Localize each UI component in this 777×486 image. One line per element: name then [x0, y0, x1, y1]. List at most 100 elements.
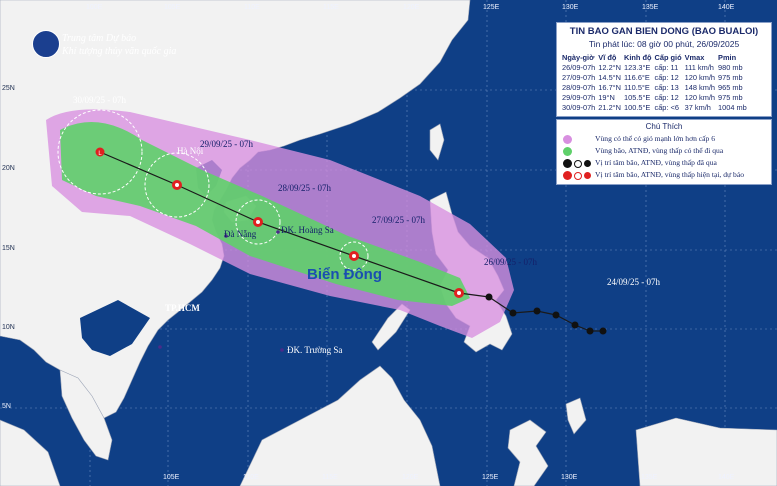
legend-text: Vùng bão, ATNĐ, vùng thấp có thể đi qua — [595, 146, 724, 155]
table-row: 26/09-07h 12.2°N 123.3°E cấp: 11 111 km/… — [562, 63, 750, 73]
past-storm-icon — [509, 309, 517, 317]
lon-label: 100E — [86, 4, 103, 11]
lon-label: 105E — [164, 4, 181, 11]
track-label: 26/09/25 - 07h — [484, 257, 537, 267]
table-cell: cấp: 12 — [654, 93, 679, 102]
col-header: Vĩ độ — [598, 53, 617, 62]
table-cell: cấp: 12 — [654, 73, 679, 82]
lat-label: 5N — [2, 403, 11, 410]
table-cell: 965 mb — [718, 83, 743, 92]
table-cell: 28/09-07h — [562, 83, 596, 92]
lon-label: 135E — [641, 474, 658, 481]
table-cell: 16.7°N — [598, 83, 621, 92]
track-label: 24/09/25 - 07h — [607, 277, 660, 287]
current-depression-icon — [573, 171, 582, 180]
table-cell: 120 km/h — [684, 73, 716, 82]
past-storm-icon — [563, 159, 572, 169]
lon-label: 120E — [402, 474, 419, 481]
place-danang: Đà Nẵng — [224, 229, 257, 239]
past-storm-icon — [571, 321, 579, 329]
legend-item: Vùng bão, ATNĐ, vùng thấp có thể đi qua — [563, 146, 723, 157]
legend-text: Vị trí tâm bão, ATNĐ, vùng thấp đã qua — [595, 158, 717, 167]
forecast-storm-icon — [253, 217, 263, 227]
forecast-map: L Trung tâm Dự báo Khí tượng thủy văn qu… — [0, 0, 777, 486]
table-cell: 14.5°N — [598, 73, 621, 82]
table-cell: 19°N — [598, 93, 615, 102]
lat-label: 15N — [2, 245, 15, 252]
lon-label: 110E — [243, 474, 259, 481]
lat-label: 25N — [2, 85, 15, 92]
table-cell: 120 km/h — [684, 93, 716, 102]
lon-label: 130E — [561, 474, 578, 481]
lat-label: 10N — [2, 324, 15, 331]
sea-name: Biển Đông — [307, 266, 382, 283]
current-storm-icon — [563, 171, 572, 181]
place-hcm: TP.HCM — [165, 303, 200, 313]
table-cell: 110.5°E — [623, 83, 650, 92]
agency-logo — [32, 30, 60, 58]
table-cell: 12.2°N — [598, 63, 621, 72]
agency-name-line2: Khí tượng thủy văn quốc gia — [62, 46, 177, 57]
lon-label: 120E — [403, 4, 420, 11]
past-depression-icon — [573, 159, 582, 168]
lon-label: 115E — [323, 4, 339, 11]
track-label: 28/09/25 - 07h — [278, 183, 331, 193]
table-cell: 123.3°E — [623, 63, 651, 72]
table-cell: 27/09-07h — [562, 73, 596, 82]
table-cell: 21.2°N — [598, 103, 621, 112]
agency-name-line1: Trung tâm Dự báo — [62, 33, 137, 44]
track-label: 30/09/25 - 07h — [73, 95, 126, 105]
table-cell: cấp: <6 — [654, 103, 679, 112]
track-label: 29/09/25 - 07h — [200, 139, 253, 149]
table-cell: 111 km/h — [684, 63, 714, 72]
past-storm-icon — [586, 327, 594, 335]
table-cell: 975 mb — [718, 73, 743, 82]
table-cell: 29/09-07h — [562, 93, 596, 102]
lon-label: 125E — [483, 4, 500, 11]
table-cell: 1004 mb — [718, 103, 747, 112]
table-header: Ngày-giờ Vĩ độ Kinh độ Cấp gió Vmax Pmin — [562, 53, 750, 63]
past-storm-icon — [485, 293, 493, 301]
table-cell: 975 mb — [718, 93, 743, 102]
lat-label: 20N — [2, 165, 15, 172]
legend-item: Vị trí tâm bão, ATNĐ, vùng thấp đã qua — [563, 158, 717, 169]
legend-item: Vùng có thể có gió mạnh lớn hơn cấp 6 — [563, 134, 715, 145]
legend-title: Chú Thích — [645, 122, 683, 131]
col-header: Cấp gió — [654, 53, 682, 62]
hoangsa-marker — [276, 230, 280, 234]
forecast-storm-icon — [349, 251, 359, 261]
legend-text: Vùng có thể có gió mạnh lớn hơn cấp 6 — [595, 134, 716, 143]
current-low-icon — [583, 172, 591, 180]
legend-text: Vị trí tâm bão, ATNĐ, vùng thấp hiện tại… — [595, 170, 745, 179]
table-cell: 100.5°E — [623, 103, 651, 112]
table-cell: cấp: 11 — [654, 63, 679, 72]
warn-zone-swatch-icon — [563, 135, 572, 145]
table-row: 27/09-07h 14.5°N 116.6°E cấp: 12 120 km/… — [562, 73, 750, 83]
past-storm-icon — [599, 327, 607, 335]
table-cell: 37 km/h — [684, 103, 711, 112]
lon-label: 105E — [163, 474, 180, 481]
lon-label: 110E — [244, 4, 260, 11]
storm-zone-swatch-icon — [563, 147, 572, 157]
truongsa-marker — [280, 348, 284, 352]
lon-label: 130E — [562, 4, 579, 11]
hcm-marker — [158, 345, 162, 349]
bulletin-title: TIN BAO GAN BIEN DONG (BAO BUALOI) — [569, 26, 759, 37]
table-row: 30/09-07h 21.2°N 100.5°E cấp: <6 37 km/h… — [562, 103, 750, 113]
lon-label: 125E — [482, 474, 499, 481]
place-hoangsa: ĐK. Hoàng Sa — [281, 225, 334, 235]
col-header: Kinh độ — [623, 53, 652, 62]
legend-item: Vị trí tâm bão, ATNĐ, vùng thấp hiện tại… — [563, 170, 744, 181]
track-label: 27/09/25 - 07h — [372, 215, 425, 225]
table-cell: 105.5°E — [623, 93, 651, 102]
past-low-icon — [583, 160, 591, 168]
bulletin-panel: TIN BAO GAN BIEN DONG (BAO BUALOI) Tin p… — [556, 22, 772, 117]
col-header: Pmin — [718, 53, 737, 62]
table-cell: 980 mb — [718, 63, 743, 72]
legend-panel: Chú Thích Vùng có thể có gió mạnh lớn hơ… — [556, 119, 772, 185]
current-storm-icon — [454, 288, 464, 298]
table-cell: 148 km/h — [684, 83, 716, 92]
table-row: 28/09-07h 16.7°N 110.5°E cấp: 13 148 km/… — [562, 83, 750, 93]
col-header: Ngày-giờ — [562, 53, 595, 62]
lon-label: 115E — [322, 474, 338, 481]
